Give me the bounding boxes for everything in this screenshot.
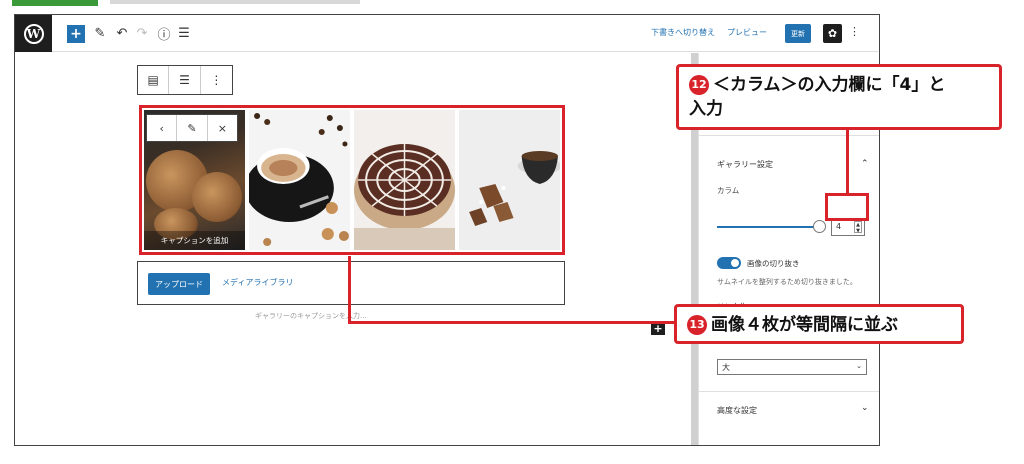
- crop-images-toggle[interactable]: [717, 257, 741, 269]
- spinner-icon[interactable]: ▲ ▼: [854, 221, 862, 234]
- upload-button[interactable]: アップロード: [148, 273, 210, 295]
- media-library-button[interactable]: メディアライブラリ: [222, 277, 293, 288]
- wordpress-icon: W: [23, 23, 44, 44]
- callout-13-connector-horizontal: [348, 321, 674, 324]
- redo-icon[interactable]: ↷: [135, 25, 149, 42]
- columns-value: 4: [836, 222, 842, 231]
- callout-12-number: 12: [689, 75, 709, 95]
- more-options-icon[interactable]: ⋮: [849, 25, 860, 38]
- edit-image-icon[interactable]: ✎: [177, 115, 208, 141]
- editor-top-toolbar: W + ✎ ↶ ↷ ⓘ ☰ 下書きへ切り替え プレビュー 更新 ✿ ⋮: [15, 15, 878, 52]
- image-caption-placeholder[interactable]: キャプションを追加: [144, 231, 245, 250]
- divider: [699, 391, 879, 392]
- info-icon[interactable]: ⓘ: [157, 25, 171, 43]
- wordpress-logo-button[interactable]: W: [15, 15, 52, 52]
- cookie-shape: [192, 172, 242, 222]
- image-toolbar: ‹ ✎ ×: [146, 114, 238, 142]
- list-view-icon[interactable]: ☰: [177, 25, 191, 42]
- callout-13-number: 13: [687, 315, 707, 335]
- settings-gear-icon[interactable]: ✿: [823, 24, 842, 43]
- advanced-settings-title[interactable]: 高度な設定: [717, 405, 757, 416]
- top-decor-strip: [0, 0, 1024, 8]
- callout-13-connector-vertical: [348, 256, 351, 324]
- columns-range-track[interactable]: [717, 226, 817, 228]
- remove-image-icon[interactable]: ×: [208, 115, 237, 141]
- callout-12-text-line2: 入力: [689, 99, 723, 119]
- divider: [699, 135, 879, 136]
- chevron-down-icon: ⌄: [856, 362, 862, 370]
- gallery-settings-title[interactable]: ギャラリー設定: [717, 159, 773, 170]
- top-decor-green-bar: [12, 0, 98, 6]
- move-left-icon[interactable]: ‹: [147, 115, 178, 141]
- gallery-block-toolbar: ▤ ☰ ⋮: [137, 65, 233, 95]
- switch-to-draft-link[interactable]: 下書きへ切り替え: [651, 27, 715, 38]
- gallery-image-coffee-cup[interactable]: [459, 110, 560, 250]
- gallery-image-cookies[interactable]: ‹ ✎ × キャプションを追加: [144, 110, 245, 250]
- gallery-image-chocolate-tart[interactable]: [354, 110, 455, 250]
- image-size-select[interactable]: 大 ⌄: [717, 359, 867, 375]
- preview-link[interactable]: プレビュー: [727, 27, 767, 38]
- undo-icon[interactable]: ↶: [115, 25, 129, 42]
- tart-illustration: [354, 144, 455, 250]
- crop-help-text: サムネイルを整列するため切り抜きました。: [717, 278, 857, 286]
- image-size-value: 大: [722, 363, 730, 372]
- align-icon[interactable]: ☰: [169, 66, 201, 94]
- callout-13-text: 画像４枚が等間隔に並ぶ: [711, 315, 898, 335]
- callout-13: 13 画像４枚が等間隔に並ぶ: [674, 304, 964, 344]
- gallery-image-cappuccino[interactable]: [249, 110, 350, 250]
- update-button[interactable]: 更新: [785, 24, 811, 43]
- callout-12: 12 ＜カラム＞の入力欄に「4」と 入力: [676, 64, 1002, 130]
- gallery-uploader: アップロード メディアライブラリ: [137, 261, 565, 305]
- cappuccino-illustration: [249, 113, 349, 246]
- columns-range-thumb[interactable]: [813, 220, 826, 233]
- callout-12-connector: [846, 130, 849, 196]
- top-decor-gray-bar: [110, 0, 360, 4]
- block-more-icon[interactable]: ⋮: [201, 66, 232, 94]
- add-block-button[interactable]: +: [67, 25, 85, 43]
- editor-canvas: ▤ ☰ ⋮ ‹ ✎ × キャプションを追加 アップロード メディアライブラリ ギ…: [15, 53, 691, 445]
- columns-number-input[interactable]: 4 ▲ ▼: [831, 218, 865, 236]
- crop-images-label: 画像の切り抜き: [747, 259, 800, 268]
- chevron-up-icon[interactable]: ⌃: [861, 159, 869, 169]
- columns-label: カラム: [717, 186, 740, 195]
- chevron-down-icon[interactable]: ⌄: [861, 403, 869, 413]
- gallery-block: ‹ ✎ × キャプションを追加: [141, 107, 563, 253]
- block-type-icon[interactable]: ▤: [138, 66, 170, 94]
- callout-12-text-line1: ＜カラム＞の入力欄に「4」と: [713, 75, 946, 95]
- coffee-cup-illustration: [459, 110, 560, 250]
- edit-tool-icon[interactable]: ✎: [93, 25, 107, 42]
